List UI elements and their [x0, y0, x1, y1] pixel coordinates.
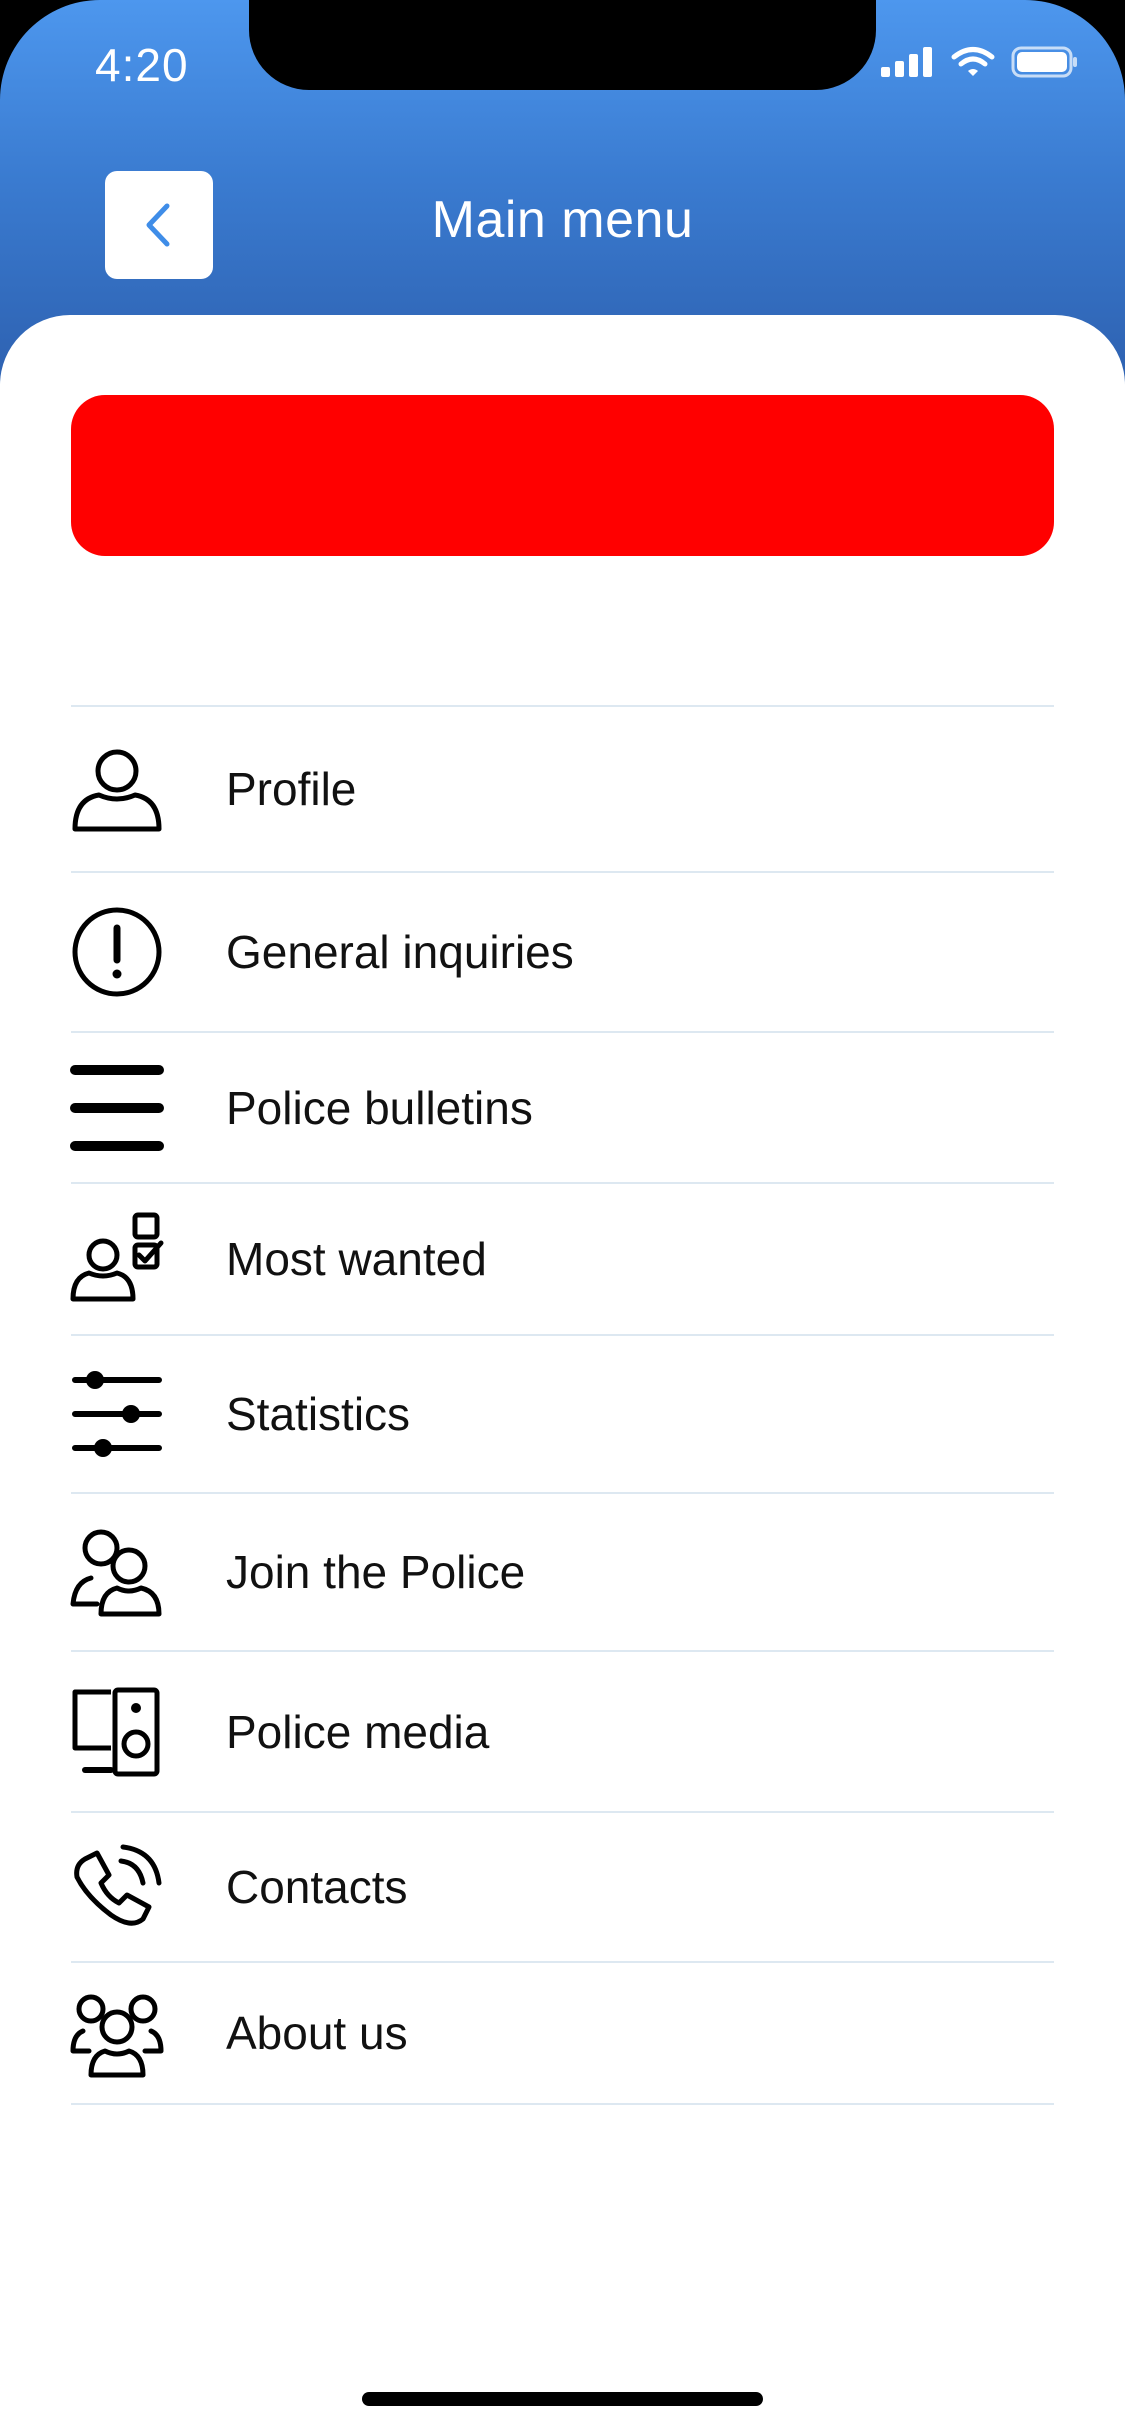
menu-item-police-media[interactable]: Police media — [71, 1652, 1054, 1813]
battery-icon — [1011, 46, 1077, 78]
menu-item-contacts[interactable]: Contacts — [71, 1813, 1054, 1963]
home-indicator[interactable] — [362, 2392, 763, 2406]
person-checklist-icon — [70, 1212, 164, 1305]
list-lines-icon — [70, 1062, 164, 1154]
app-screen: 4:20 Main menu Profile General inquiries… — [0, 0, 1125, 2436]
two-people-icon — [70, 1526, 163, 1618]
menu-item-label: Profile — [226, 763, 357, 815]
menu-item-most-wanted[interactable]: Most wanted — [70, 1184, 1054, 1336]
phone-ringing-icon — [71, 1841, 163, 1933]
menu-item-label: Contacts — [226, 1861, 408, 1913]
sliders-icon — [71, 1368, 163, 1460]
menu-item-label: Statistics — [226, 1388, 411, 1440]
wifi-icon — [951, 47, 995, 76]
menu-item-label: About us — [226, 2007, 408, 2059]
menu-item-label: Most wanted — [226, 1233, 487, 1285]
person-icon — [71, 743, 163, 835]
page-title: Main menu — [431, 191, 694, 249]
menu-item-label: Police bulletins — [226, 1081, 533, 1134]
cellular-signal-icon — [881, 47, 932, 77]
menu-item-join-the-police[interactable]: Join the Police — [70, 1494, 1054, 1652]
status-time: 4:20 — [95, 39, 189, 91]
group-icon — [70, 1987, 164, 2079]
menu-item-label: Join the Police — [226, 1546, 526, 1598]
menu-item-statistics[interactable]: Statistics — [71, 1336, 1054, 1494]
monitor-speaker-icon — [71, 1686, 163, 1778]
device-notch — [249, 0, 876, 90]
exclamation-circle-icon — [71, 906, 163, 998]
alert-banner[interactable] — [71, 395, 1054, 556]
menu-item-general-inquiries[interactable]: General inquiries — [71, 873, 1054, 1033]
content-sheet: Profile General inquiries Police bulleti… — [0, 315, 1125, 2436]
menu-item-label: General inquiries — [226, 926, 574, 978]
menu-item-label: Police media — [226, 1705, 490, 1758]
main-menu-list: Profile General inquiries Police bulleti… — [70, 705, 1054, 2105]
menu-item-about-us[interactable]: About us — [70, 1963, 1054, 2105]
menu-item-police-bulletins[interactable]: Police bulletins — [70, 1033, 1054, 1184]
menu-item-profile[interactable]: Profile — [71, 707, 1054, 873]
status-icons — [881, 46, 1079, 78]
